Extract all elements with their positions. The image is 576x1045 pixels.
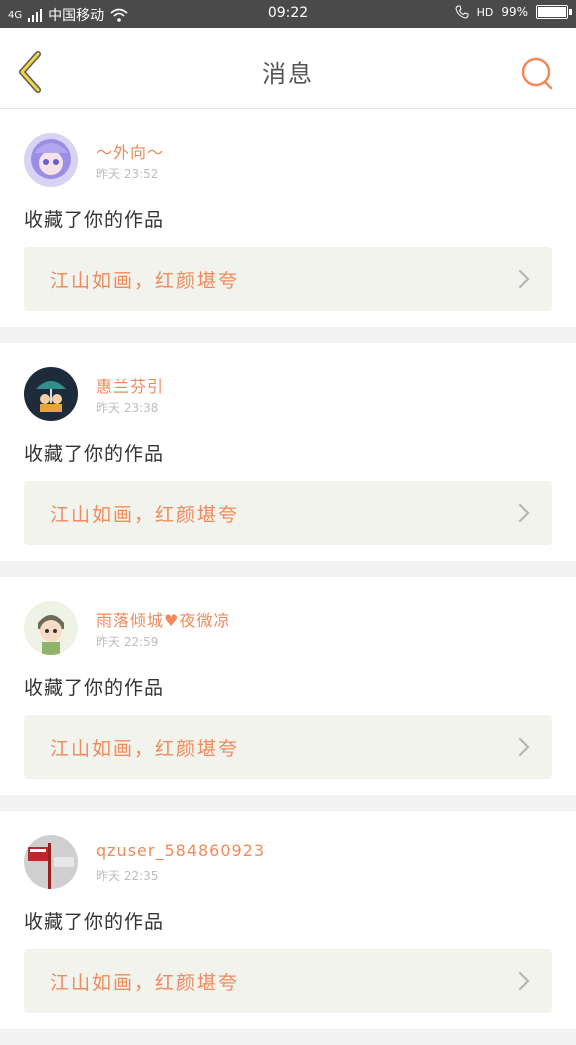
avatar-image [24, 133, 78, 187]
message-list: ～外向～ 昨天 23:52 收藏了你的作品 江山如画，红颜堪夸 惠兰芬引 昨天 … [0, 109, 576, 1045]
avatar-image [24, 367, 78, 421]
search-button[interactable] [518, 54, 558, 94]
user-name[interactable]: 惠兰芬引 [96, 373, 164, 397]
avatar[interactable] [24, 133, 78, 187]
avatar-image [24, 835, 78, 889]
work-link[interactable]: 江山如画，红颜堪夸 [24, 949, 552, 1013]
avatar-image [24, 601, 78, 655]
message-card: 雨落倾城♥夜微凉 昨天 22:59 收藏了你的作品 江山如画，红颜堪夸 [0, 577, 576, 795]
action-text: 收藏了你的作品 [24, 209, 165, 231]
user-name[interactable]: ～外向～ [96, 139, 164, 163]
work-link[interactable]: 江山如画，红颜堪夸 [24, 247, 552, 311]
message-card: ～外向～ 昨天 23:52 收藏了你的作品 江山如画，红颜堪夸 [0, 109, 576, 327]
message-time: 昨天 22:35 [96, 869, 159, 883]
chevron-right-icon [518, 503, 530, 523]
avatar[interactable] [24, 835, 78, 889]
message-time: 昨天 22:59 [96, 635, 159, 649]
page-title: 消息 [262, 60, 314, 88]
action-text: 收藏了你的作品 [24, 911, 165, 933]
status-right: HD 99% [455, 5, 572, 19]
status-bar: 4G 中国移动 09:22 HD 99% [0, 0, 576, 28]
battery-icon [536, 5, 572, 19]
message-time: 昨天 23:38 [96, 401, 159, 415]
hd-label: HD [476, 5, 494, 19]
user-name[interactable]: qzuser_584860923 [96, 841, 265, 860]
message-card: qzuser_584860923 昨天 22:35 收藏了你的作品 江山如画，红… [0, 811, 576, 1029]
message-card: 惠兰芬引 昨天 23:38 收藏了你的作品 江山如画，红颜堪夸 [0, 343, 576, 561]
battery-percent: 99% [501, 5, 528, 19]
user-name[interactable]: 雨落倾城♥夜微凉 [96, 607, 230, 631]
chevron-right-icon [518, 737, 530, 757]
work-link[interactable]: 江山如画，红颜堪夸 [24, 481, 552, 545]
chevron-right-icon [518, 269, 530, 289]
avatar[interactable] [24, 367, 78, 421]
action-text: 收藏了你的作品 [24, 443, 165, 465]
work-title: 江山如画，红颜堪夸 [50, 504, 240, 526]
app-header: 消息 [0, 28, 576, 109]
action-text: 收藏了你的作品 [24, 677, 165, 699]
chevron-right-icon [518, 971, 530, 991]
work-title: 江山如画，红颜堪夸 [50, 972, 240, 994]
work-link[interactable]: 江山如画，红颜堪夸 [24, 715, 552, 779]
phone-icon [455, 5, 469, 19]
work-title: 江山如画，红颜堪夸 [50, 270, 240, 292]
search-icon [521, 57, 553, 90]
avatar[interactable] [24, 601, 78, 655]
message-time: 昨天 23:52 [96, 167, 159, 181]
work-title: 江山如画，红颜堪夸 [50, 738, 240, 760]
